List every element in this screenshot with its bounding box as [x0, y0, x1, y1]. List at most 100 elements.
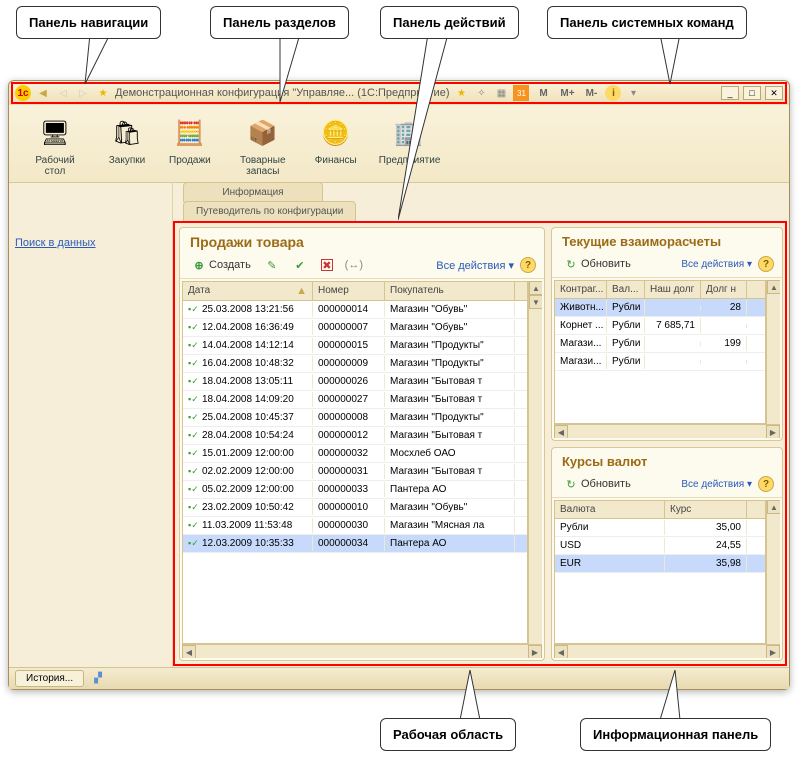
add-fav-icon[interactable]: ✧ — [473, 85, 489, 101]
table-row[interactable]: ▪✓25.04.2008 10:45:37000000008Магазин "П… — [183, 409, 527, 427]
doc-icon: ▪✓ — [188, 322, 202, 333]
sections-panel: 🖥Рабочий стол 🛍 Закупки 🧮Продажи 📦Товарные з… — [9, 105, 789, 183]
all-actions-button[interactable]: Все действия ▾ — [681, 479, 752, 490]
scrollbar-horizontal[interactable]: ◀ ▶ — [182, 644, 542, 658]
scrollbar-horizontal[interactable]: ◀▶ — [554, 644, 780, 658]
close-button[interactable]: ✕ — [765, 86, 783, 100]
history-button[interactable]: История... — [15, 670, 84, 687]
table-row[interactable]: ▪✓02.02.2009 12:00:00000000031Магазин "Б… — [183, 463, 527, 481]
table-row[interactable]: ▪✓18.04.2008 13:05:11000000026Магазин "Б… — [183, 373, 527, 391]
section-icon: 🛍 — [107, 113, 147, 153]
table-row[interactable]: ▪✓05.02.2009 12:00:00000000033Пантера АО — [183, 481, 527, 499]
table-row[interactable]: Корнет ...Рубли7 685,71 — [555, 317, 765, 335]
sales-panel: Продажи товара ⊕Создать ✎ ✔ ✖ (↔) Все де… — [179, 227, 545, 661]
col-header[interactable]: Наш долг — [645, 281, 701, 298]
table-row[interactable]: Рубли35,00 — [555, 519, 765, 537]
scroll-down-icon[interactable]: ▼ — [529, 295, 542, 309]
callout-actions: Панель действий — [380, 6, 519, 39]
all-actions-button[interactable]: Все действия ▾ — [436, 259, 514, 272]
action-tab-info[interactable]: Информация — [183, 182, 323, 202]
scrollbar-vertical[interactable]: ▲ ▼ — [528, 281, 542, 644]
calc-icon[interactable]: ▦ — [493, 85, 509, 101]
create-button[interactable]: ⊕Создать — [188, 256, 255, 274]
table-row[interactable]: Животн...Рубли28 — [555, 299, 765, 317]
doc-icon: ▪✓ — [188, 304, 202, 315]
calendar-icon[interactable]: 31 — [513, 85, 529, 101]
refresh-icon: ↻ — [564, 257, 578, 271]
refresh-button[interactable]: ↻Обновить — [560, 255, 635, 273]
mem-mplus-button[interactable]: M+ — [557, 85, 577, 101]
section-3[interactable]: 📦Товарные запасы — [231, 111, 295, 179]
section-icon: 📦 — [243, 113, 283, 153]
section-2[interactable]: 🧮Продажи — [167, 111, 213, 168]
minimize-button[interactable]: _ — [721, 86, 739, 100]
sales-grid-body[interactable]: ▪✓25.03.2008 13:21:56000000014Магазин "О… — [182, 301, 528, 644]
mark-button[interactable]: ✔ — [289, 256, 311, 274]
table-row[interactable]: ▪✓25.03.2008 13:21:56000000014Магазин "О… — [183, 301, 527, 319]
help-icon[interactable]: ? — [520, 257, 536, 273]
table-row[interactable]: ▪✓18.04.2008 14:09:20000000027Магазин "Б… — [183, 391, 527, 409]
help-icon[interactable]: ? — [758, 256, 774, 272]
fav-icon[interactable]: ★ — [453, 85, 469, 101]
all-actions-button[interactable]: Все действия ▾ — [681, 259, 752, 270]
nav-last-icon[interactable]: ▷ — [75, 85, 91, 101]
action-tab-guide[interactable]: Путеводитель по конфигурации — [183, 201, 356, 222]
callout-nav: Панель навигации — [16, 6, 161, 39]
table-row[interactable]: ▪✓23.02.2009 10:50:42000000010Магазин "О… — [183, 499, 527, 517]
callout-infopanel: Информационная панель — [580, 718, 771, 751]
scroll-up-icon[interactable]: ▲ — [529, 281, 542, 295]
delete-button[interactable]: ✖ — [317, 257, 337, 273]
col-header[interactable]: Номер — [313, 282, 385, 300]
table-row[interactable]: Магази...Рубли199 — [555, 335, 765, 353]
table-row[interactable]: ▪✓12.04.2008 16:36:49000000007Магазин "О… — [183, 319, 527, 337]
scrollbar-vertical[interactable]: ▲ — [766, 280, 780, 424]
table-row[interactable]: Магази...Рубли — [555, 353, 765, 371]
col-header[interactable]: Контраг... — [555, 281, 607, 298]
swap-button[interactable]: (↔) — [343, 256, 365, 274]
col-header[interactable]: Валюта — [555, 501, 665, 518]
table-row[interactable]: ▪✓28.04.2008 10:54:24000000012Магазин "Б… — [183, 427, 527, 445]
table-row[interactable]: ▪✓16.04.2008 10:48:32000000009Магазин "П… — [183, 355, 527, 373]
scroll-right-icon[interactable]: ▶ — [528, 645, 542, 658]
col-header[interactable]: Дата ▲ — [183, 282, 313, 300]
section-label: Закупки — [109, 155, 145, 166]
help-icon[interactable]: ? — [758, 476, 774, 492]
scrollbar-horizontal[interactable]: ◀▶ — [554, 424, 780, 438]
dropdown-icon[interactable]: ▾ — [625, 85, 641, 101]
scrollbar-vertical[interactable]: ▲ — [766, 500, 780, 644]
section-0[interactable]: 🖥Рабочий стол — [23, 111, 87, 179]
info-icon[interactable]: i — [605, 85, 621, 101]
nav-first-icon[interactable]: ◁ — [55, 85, 71, 101]
section-4[interactable]: 🪙Финансы — [313, 111, 359, 168]
refresh-icon: ↻ — [564, 477, 578, 491]
table-row[interactable]: USD24,55 — [555, 537, 765, 555]
back-icon[interactable]: ◀ — [35, 85, 51, 101]
edit-button[interactable]: ✎ — [261, 256, 283, 274]
col-header[interactable]: Курс — [665, 501, 747, 518]
table-row[interactable]: ▪✓15.01.2009 12:00:00000000032Мосхлеб ОА… — [183, 445, 527, 463]
table-row[interactable]: ▪✓14.04.2008 14:12:14000000015Магазин "П… — [183, 337, 527, 355]
callout-workarea: Рабочая область — [380, 718, 516, 751]
status-icon[interactable]: ▞ — [90, 671, 106, 687]
mem-mminus-button[interactable]: M- — [581, 85, 601, 101]
mem-m-button[interactable]: M — [533, 85, 553, 101]
table-row[interactable]: EUR35,98 — [555, 555, 765, 573]
sales-title: Продажи товара — [180, 228, 544, 252]
col-header[interactable]: Вал... — [607, 281, 645, 298]
refresh-button[interactable]: ↻Обновить — [560, 475, 635, 493]
section-icon: 🪙 — [316, 113, 356, 153]
settlements-grid-body[interactable]: Животн...Рубли28Корнет ...Рубли7 685,71М… — [554, 299, 766, 424]
search-data-link[interactable]: Поиск в данных — [15, 237, 96, 249]
maximize-button[interactable]: □ — [743, 86, 761, 100]
rates-grid-body[interactable]: Рубли35,00USD24,55EUR35,98 — [554, 519, 766, 644]
actions-panel: Информация Путеводитель по конфигурации — [173, 183, 789, 221]
callout-syscmd: Панель системных команд — [547, 6, 747, 39]
scroll-left-icon[interactable]: ◀ — [182, 645, 196, 658]
col-header[interactable]: Долг н — [701, 281, 747, 298]
section-1[interactable]: 🛍 Закупки — [105, 111, 149, 168]
star-icon[interactable]: ★ — [95, 85, 111, 101]
table-row[interactable]: ▪✓11.03.2009 11:53:48000000030Магазин "М… — [183, 517, 527, 535]
section-5[interactable]: 🏢Предприятие — [377, 111, 441, 168]
table-row[interactable]: ▪✓12.03.2009 10:35:33000000034Пантера АО — [183, 535, 527, 553]
col-header[interactable]: Покупатель — [385, 282, 515, 300]
